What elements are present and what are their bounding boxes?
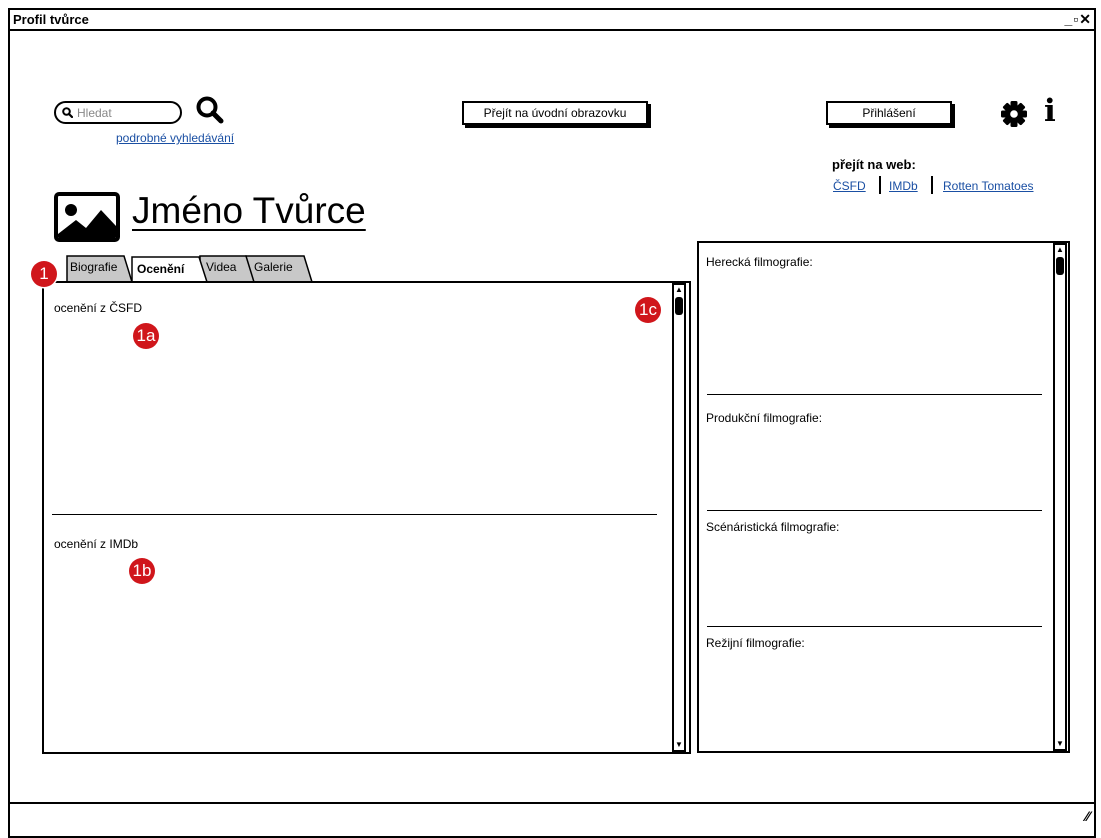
- resize-grip-icon[interactable]: ⁄⁄: [1085, 808, 1090, 824]
- close-icon[interactable]: ✕: [1079, 11, 1092, 27]
- section-divider: [707, 510, 1042, 511]
- annotation-marker-1b: 1b: [129, 558, 155, 584]
- link-separator: [931, 176, 933, 194]
- annotation-marker-1c: 1c: [635, 297, 661, 323]
- annotation-marker-1: 1: [31, 261, 57, 287]
- search-input[interactable]: [77, 105, 177, 120]
- section-divider: [52, 514, 657, 515]
- advanced-search-link[interactable]: podrobné vyhledávání: [116, 131, 234, 145]
- window-controls[interactable]: _▫✕: [1065, 10, 1093, 29]
- search-field[interactable]: [54, 101, 182, 124]
- info-icon[interactable]: i: [1044, 94, 1056, 128]
- csfd-link[interactable]: ČSFD: [833, 179, 866, 193]
- scroll-thumb[interactable]: [1056, 257, 1064, 275]
- section-divider: [707, 394, 1042, 395]
- annotation-marker-1a: 1a: [133, 323, 159, 349]
- tab-galerie[interactable]: Galerie: [254, 257, 293, 277]
- production-filmography-label: Produkční filmografie:: [706, 411, 823, 425]
- creator-name: Jméno Tvůrce: [132, 190, 366, 231]
- filmography-panel: [697, 241, 1070, 753]
- awards-scrollbar[interactable]: ▲ ▼: [672, 283, 686, 752]
- minimize-icon[interactable]: _: [1065, 11, 1074, 27]
- awards-panel: [42, 281, 691, 754]
- creator-photo: [54, 192, 120, 242]
- web-links-heading: přejít na web:: [832, 157, 916, 172]
- tab-oceneni[interactable]: Ocenění: [137, 259, 184, 279]
- tab-biografie[interactable]: Biografie: [70, 257, 117, 277]
- scroll-thumb[interactable]: [675, 297, 683, 315]
- tab-videa[interactable]: Videa: [206, 257, 236, 277]
- scroll-up-icon[interactable]: ▲: [674, 285, 684, 295]
- imdb-awards-label: ocenění z IMDb: [54, 537, 139, 551]
- link-separator: [879, 176, 881, 194]
- login-button[interactable]: Přihlášení: [826, 101, 952, 125]
- window-title: Profil tvůrce: [13, 12, 89, 27]
- gear-icon[interactable]: [1000, 100, 1028, 128]
- directing-filmography-label: Režijní filmografie:: [706, 636, 805, 650]
- scroll-down-icon[interactable]: ▼: [1055, 739, 1065, 749]
- section-divider: [707, 626, 1042, 627]
- acting-filmography-label: Herecká filmografie:: [706, 255, 813, 269]
- search-icon[interactable]: [195, 95, 227, 125]
- filmography-scrollbar[interactable]: ▲ ▼: [1053, 243, 1067, 751]
- scroll-up-icon[interactable]: ▲: [1055, 245, 1065, 255]
- status-bar: ⁄⁄: [10, 802, 1094, 834]
- screenwriting-filmography-label: Scénáristická filmografie:: [706, 520, 840, 534]
- search-small-icon: [62, 107, 73, 118]
- title-bar: Profil tvůrce _▫✕: [10, 10, 1094, 31]
- home-screen-button[interactable]: Přejít na úvodní obrazovku: [462, 101, 648, 125]
- imdb-link[interactable]: IMDb: [889, 179, 918, 193]
- image-placeholder-icon: [58, 204, 116, 238]
- scroll-down-icon[interactable]: ▼: [674, 740, 684, 750]
- csfd-awards-label: ocenění z ČSFD: [54, 301, 143, 315]
- rotten-tomatoes-link[interactable]: Rotten Tomatoes: [943, 179, 1034, 193]
